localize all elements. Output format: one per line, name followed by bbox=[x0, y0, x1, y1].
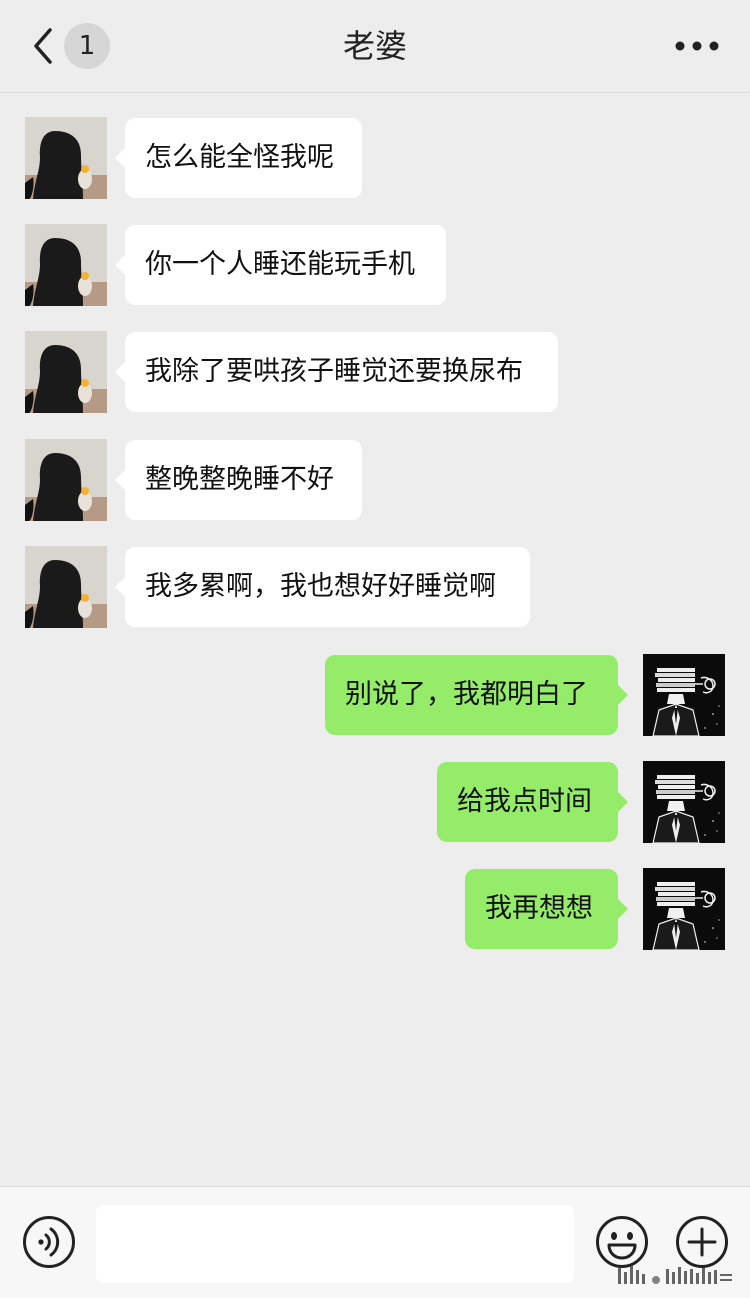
avatar-book-head-image bbox=[643, 654, 725, 736]
chat-title: 老婆 bbox=[342, 27, 407, 65]
back-chevron-icon[interactable] bbox=[28, 26, 58, 66]
avatar-woman-image bbox=[25, 439, 107, 521]
message-input[interactable] bbox=[96, 1205, 574, 1283]
avatar-woman-image bbox=[25, 331, 107, 413]
avatar-woman-image bbox=[25, 117, 107, 199]
contact-avatar[interactable] bbox=[25, 331, 107, 413]
message-bubble-incoming[interactable]: 整晚整晚睡不好 bbox=[115, 440, 362, 520]
message-bubble-incoming[interactable]: 我除了要哄孩子睡觉还要换尿布 bbox=[115, 332, 558, 412]
voice-icon[interactable] bbox=[22, 1215, 76, 1269]
more-dots-icon[interactable] bbox=[674, 36, 720, 56]
contact-avatar[interactable] bbox=[25, 439, 107, 521]
avatar-book-head-image bbox=[643, 761, 725, 843]
avatar-book-head-image bbox=[643, 868, 725, 950]
emoji-icon[interactable] bbox=[595, 1215, 649, 1269]
plus-icon[interactable] bbox=[675, 1215, 729, 1269]
chat-header: 1 老婆 bbox=[0, 0, 750, 93]
avatar-woman-image bbox=[25, 546, 107, 628]
message-bubble-incoming[interactable]: 怎么能全怪我呢 bbox=[115, 118, 362, 198]
message-bubble-incoming[interactable]: 你一个人睡还能玩手机 bbox=[115, 225, 446, 305]
contact-avatar[interactable] bbox=[25, 546, 107, 628]
message-bubble-incoming[interactable]: 我多累啊，我也想好好睡觉啊 bbox=[115, 547, 530, 627]
message-bubble-outgoing[interactable]: 给我点时间 bbox=[437, 762, 628, 842]
my-avatar[interactable] bbox=[643, 654, 725, 736]
contact-avatar[interactable] bbox=[25, 224, 107, 306]
avatar-woman-image bbox=[25, 224, 107, 306]
my-avatar[interactable] bbox=[643, 761, 725, 843]
message-bubble-outgoing[interactable]: 别说了，我都明白了 bbox=[325, 655, 628, 735]
my-avatar[interactable] bbox=[643, 868, 725, 950]
chat-input-bar bbox=[0, 1186, 750, 1298]
unread-count-badge[interactable]: 1 bbox=[64, 23, 110, 69]
contact-avatar[interactable] bbox=[25, 117, 107, 199]
message-bubble-outgoing[interactable]: 我再想想 bbox=[465, 869, 628, 949]
watermark-logo bbox=[618, 1266, 732, 1284]
